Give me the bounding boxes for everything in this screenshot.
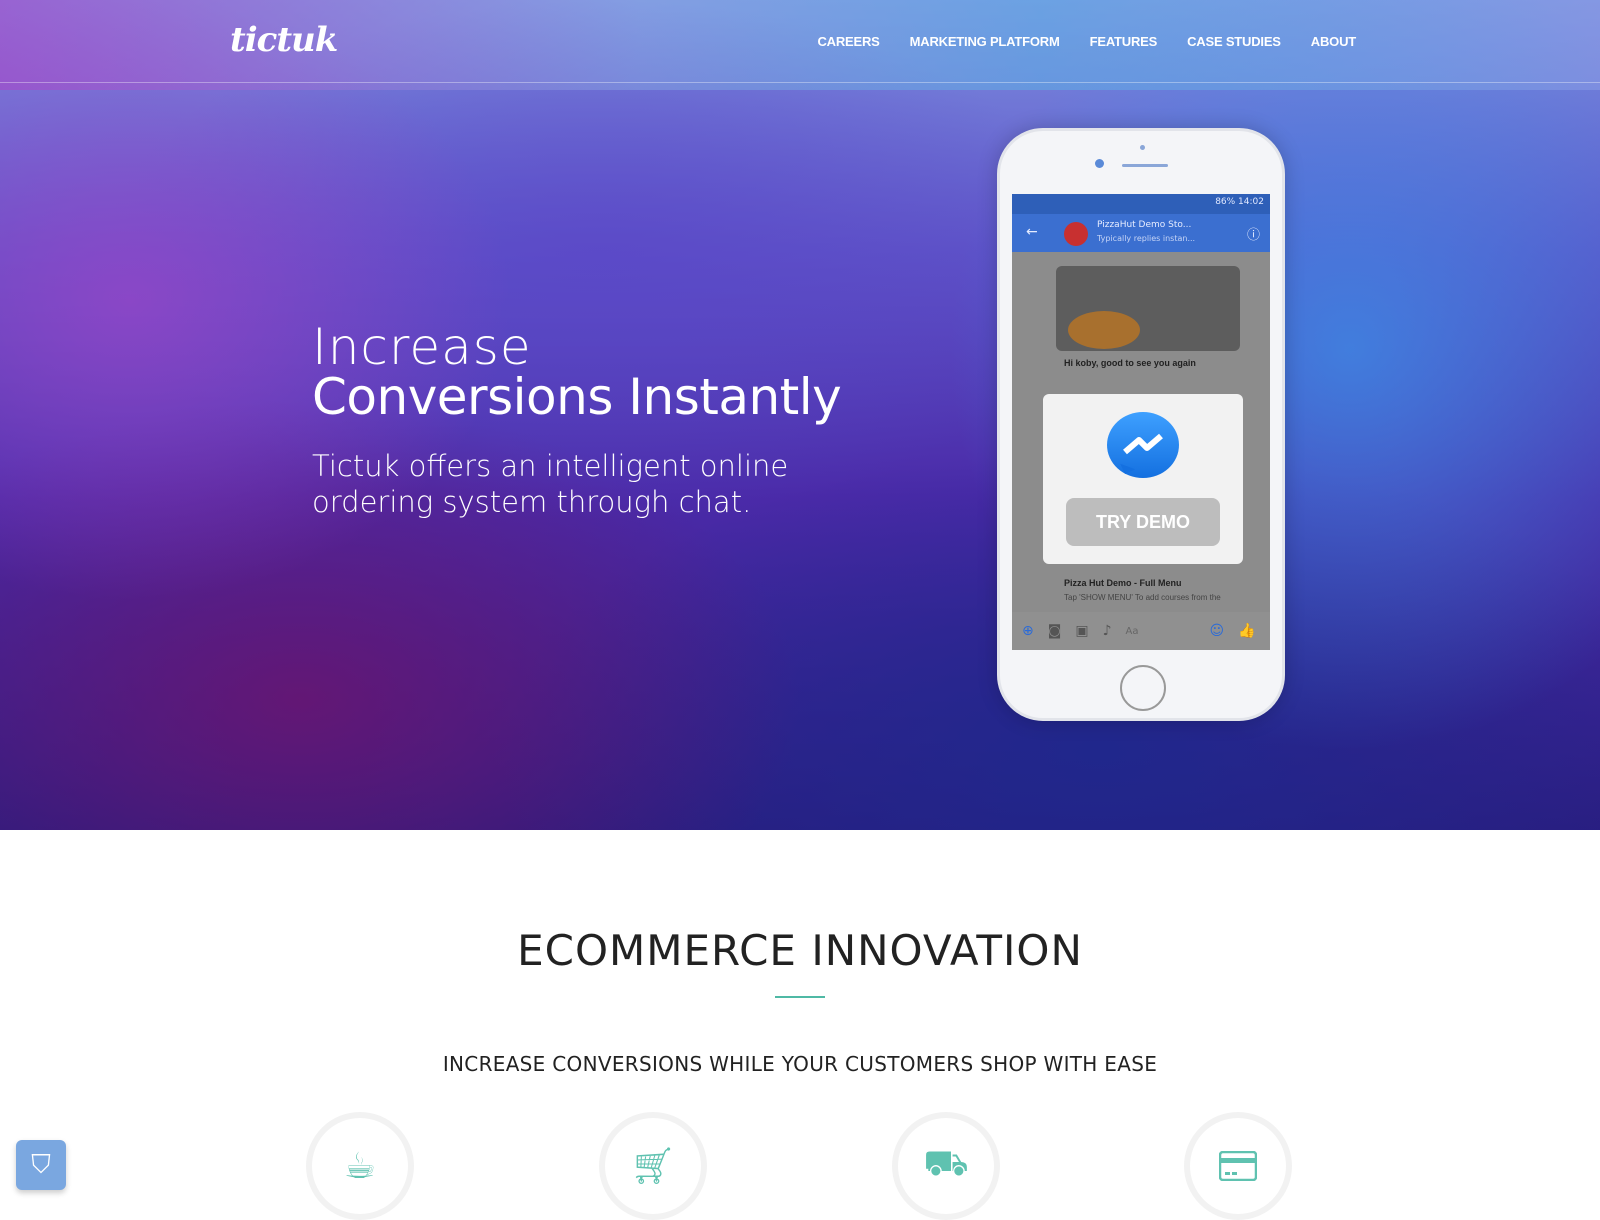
try-demo-button[interactable]: TRY DEMO [1066, 498, 1220, 546]
microphone-icon: ♪ [1102, 623, 1112, 639]
feature-truck: ⛟ [892, 1112, 1000, 1220]
info-icon: ⓘ [1246, 228, 1260, 243]
phone-screen: 86% 14:02 ← PizzaHut Demo Sto... Typical… [1012, 194, 1270, 650]
credit-card-icon [1219, 1151, 1257, 1181]
phone-mockup: 86% 14:02 ← PizzaHut Demo Sto... Typical… [997, 128, 1285, 721]
message-input[interactable]: Aa [1126, 626, 1196, 637]
pizza-image [1068, 311, 1140, 349]
menu-desc: Tap 'SHOW MENU' To add courses from the [1064, 593, 1221, 602]
back-arrow-icon: ← [1026, 224, 1038, 240]
greeting-message: Hi koby, good to see you again [1064, 358, 1196, 368]
chat-status: Typically replies instan... [1097, 234, 1196, 243]
hero: tictuk CAREERS MARKETING PLATFORM FEATUR… [0, 0, 1600, 830]
nav-menu: CAREERS MARKETING PLATFORM FEATURES CASE… [817, 34, 1356, 49]
chat-header: ← PizzaHut Demo Sto... Typically replies… [1012, 214, 1270, 252]
section-subtitle: INCREASE CONVERSIONS WHILE YOUR CUSTOMER… [442, 1052, 1158, 1076]
status-bar: 86% 14:02 [1012, 194, 1270, 214]
chat-input-bar: ⊕ ◙ ▣ ♪ Aa ☺ 👍 [1012, 612, 1270, 650]
phone-sensor [1140, 145, 1145, 150]
coffee-cup-icon: ☕ [343, 1145, 377, 1187]
shield-check-icon: ⛉ [31, 1149, 51, 1180]
section-title: ECOMMERCE INNOVATION [517, 926, 1083, 975]
navbar: tictuk CAREERS MARKETING PLATFORM FEATUR… [0, 0, 1600, 83]
camera-icon: ◙ [1047, 623, 1062, 639]
avatar [1064, 222, 1088, 246]
home-button [1120, 665, 1166, 711]
feature-cart: 🛒︎ [599, 1112, 707, 1220]
nav-about[interactable]: ABOUT [1311, 34, 1356, 49]
nav-features[interactable]: FEATURES [1090, 34, 1158, 49]
privacy-shield-button[interactable]: ⛉ [16, 1140, 66, 1190]
chat-name: PizzaHut Demo Sto... [1097, 220, 1192, 230]
hero-subtitle: Tictuk offers an intelligent online orde… [312, 449, 789, 519]
truck-icon: ⛟ [923, 1143, 969, 1184]
phone-camera [1095, 159, 1104, 168]
logo[interactable]: tictuk [230, 20, 338, 60]
phone-speaker [1122, 164, 1168, 167]
thumbs-up-icon: 👍 [1238, 623, 1256, 639]
messenger-icon [1107, 412, 1179, 478]
nav-marketing-platform[interactable]: MARKETING PLATFORM [910, 34, 1060, 49]
image-icon: ▣ [1075, 623, 1089, 639]
nav-case-studies[interactable]: CASE STUDIES [1187, 34, 1281, 49]
feature-card [1184, 1112, 1292, 1220]
feature-coffee: ☕ [306, 1112, 414, 1220]
demo-modal: TRY DEMO [1043, 394, 1243, 564]
emoji-icon: ☺ [1209, 623, 1225, 639]
shopping-cart-icon: 🛒︎ [630, 1146, 676, 1187]
hero-title-line2: Conversions Instantly [312, 368, 842, 426]
menu-card: Pizza Hut Demo - Full Menu Tap 'SHOW MENU… [1056, 574, 1240, 606]
menu-title: Pizza Hut Demo - Full Menu [1064, 578, 1182, 588]
nav-careers[interactable]: CAREERS [817, 34, 879, 49]
title-divider [775, 996, 825, 998]
plus-icon: ⊕ [1022, 623, 1034, 639]
promo-image [1056, 266, 1240, 351]
